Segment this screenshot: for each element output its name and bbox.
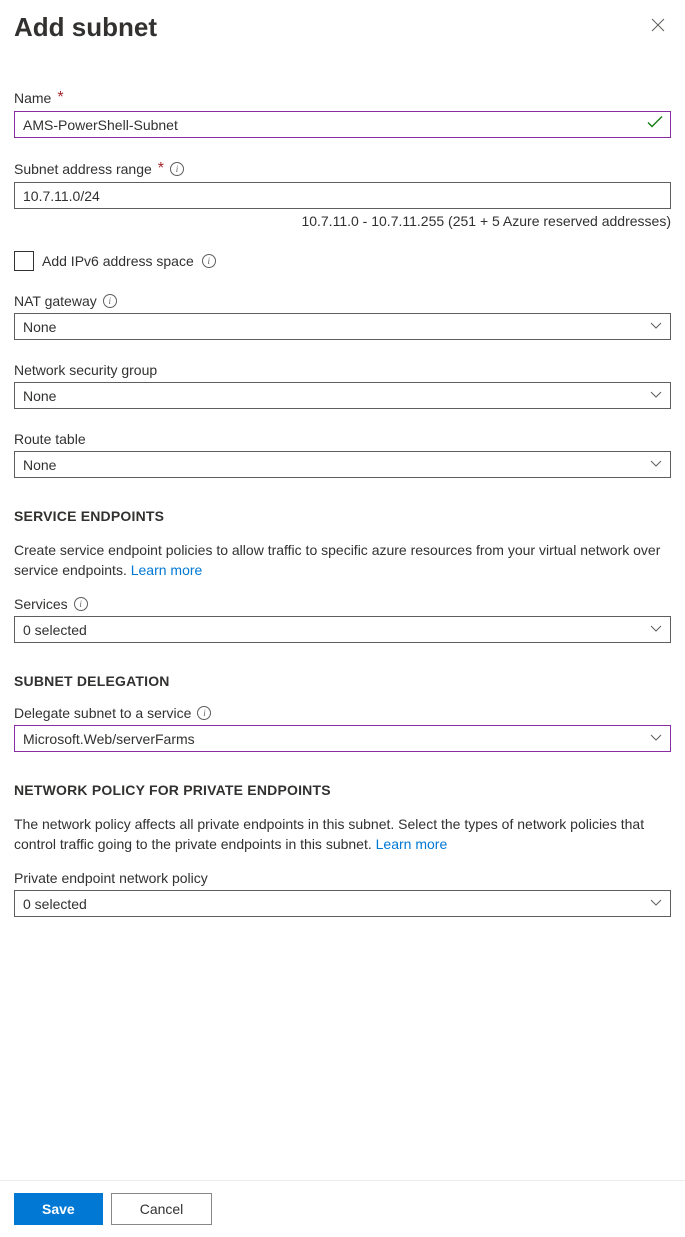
chevron-down-icon (650, 319, 662, 335)
page-title: Add subnet (14, 12, 157, 43)
chevron-down-icon (650, 622, 662, 638)
route-table-value: None (23, 457, 56, 473)
nsg-value: None (23, 388, 56, 404)
network-policy-heading: NETWORK POLICY FOR PRIVATE ENDPOINTS (14, 782, 671, 798)
ipv6-label: Add IPv6 address space (42, 253, 194, 269)
close-button[interactable] (645, 12, 671, 42)
required-indicator: * (158, 160, 164, 178)
ipv6-checkbox[interactable] (14, 251, 34, 271)
info-icon[interactable]: i (170, 162, 184, 176)
pep-label: Private endpoint network policy (14, 870, 208, 886)
nsg-label: Network security group (14, 362, 157, 378)
info-icon[interactable]: i (103, 294, 117, 308)
info-icon[interactable]: i (202, 254, 216, 268)
network-policy-text: The network policy affects all private e… (14, 814, 671, 854)
delegate-select[interactable]: Microsoft.Web/serverFarms (14, 725, 671, 752)
service-endpoints-desc: Create service endpoint policies to allo… (14, 542, 660, 578)
check-icon (647, 115, 663, 134)
service-endpoints-text: Create service endpoint policies to allo… (14, 540, 671, 580)
chevron-down-icon (650, 388, 662, 404)
nat-gateway-select[interactable]: None (14, 313, 671, 340)
nat-gateway-value: None (23, 319, 56, 335)
network-policy-desc: The network policy affects all private e… (14, 816, 644, 852)
footer: Save Cancel (0, 1180, 685, 1237)
name-label: Name (14, 90, 51, 106)
services-label: Services (14, 596, 68, 612)
save-button[interactable]: Save (14, 1193, 103, 1225)
route-table-select[interactable]: None (14, 451, 671, 478)
cancel-button[interactable]: Cancel (111, 1193, 213, 1225)
close-icon (651, 18, 665, 32)
chevron-down-icon (650, 896, 662, 912)
info-icon[interactable]: i (197, 706, 211, 720)
chevron-down-icon (650, 731, 662, 747)
pep-value: 0 selected (23, 896, 87, 912)
info-icon[interactable]: i (74, 597, 88, 611)
name-input[interactable] (14, 111, 671, 138)
services-value: 0 selected (23, 622, 87, 638)
nsg-select[interactable]: None (14, 382, 671, 409)
address-range-hint: 10.7.11.0 - 10.7.11.255 (251 + 5 Azure r… (14, 213, 671, 229)
subnet-delegation-heading: SUBNET DELEGATION (14, 673, 671, 689)
route-table-label: Route table (14, 431, 86, 447)
delegate-value: Microsoft.Web/serverFarms (23, 731, 195, 747)
required-indicator: * (57, 89, 63, 107)
address-range-label: Subnet address range (14, 161, 152, 177)
panel-header: Add subnet (14, 12, 671, 43)
service-endpoints-heading: SERVICE ENDPOINTS (14, 508, 671, 524)
delegate-label: Delegate subnet to a service (14, 705, 191, 721)
learn-more-link[interactable]: Learn more (131, 562, 203, 578)
address-range-input[interactable] (14, 182, 671, 209)
pep-select[interactable]: 0 selected (14, 890, 671, 917)
learn-more-link[interactable]: Learn more (376, 836, 448, 852)
nat-gateway-label: NAT gateway (14, 293, 97, 309)
services-select[interactable]: 0 selected (14, 616, 671, 643)
chevron-down-icon (650, 457, 662, 473)
